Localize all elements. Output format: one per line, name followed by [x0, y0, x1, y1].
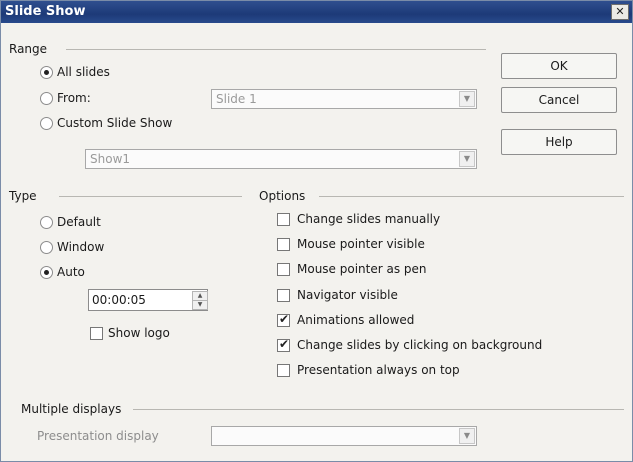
option-checkbox-animations[interactable]: ✔: [277, 312, 290, 327]
option-checkbox-pointer-visible[interactable]: [277, 238, 290, 251]
check-icon: ✔: [279, 312, 290, 326]
auto-duration-value: 00:00:05: [92, 293, 146, 307]
close-icon[interactable]: ✕: [611, 4, 629, 20]
all-slides-radio[interactable]: [40, 66, 53, 79]
window-label[interactable]: Window: [57, 240, 104, 254]
from-radio[interactable]: [40, 92, 53, 105]
help-button[interactable]: Help: [501, 129, 617, 155]
multiple-displays-title: Multiple displays: [21, 402, 128, 416]
option-checkbox-pointer-pen[interactable]: [277, 263, 290, 276]
range-group-title: Range: [9, 42, 54, 56]
option-checkbox-manual[interactable]: [277, 213, 290, 226]
options-group-title: Options: [259, 189, 312, 203]
cancel-button[interactable]: Cancel: [501, 87, 617, 113]
option-checkbox-navigator[interactable]: [277, 289, 290, 302]
presentation-display-select[interactable]: ▼: [211, 426, 477, 446]
option-checkbox-click-background[interactable]: ✔: [277, 337, 290, 352]
option-label-pointer-pen[interactable]: Mouse pointer as pen: [297, 262, 427, 276]
multiple-displays-divider: [133, 409, 624, 410]
window-radio[interactable]: [40, 241, 53, 254]
from-slide-select[interactable]: Slide 1 ▼: [211, 89, 477, 109]
custom-show-radio[interactable]: [40, 117, 53, 130]
range-divider: [66, 49, 486, 50]
display-chevron-down-icon[interactable]: ▼: [459, 428, 475, 444]
auto-label[interactable]: Auto: [57, 265, 85, 279]
option-label-navigator[interactable]: Navigator visible: [297, 288, 398, 302]
slide-show-dialog: Slide Show ✕ Range All slides From: Slid…: [0, 0, 633, 462]
auto-duration-spinner[interactable]: 00:00:05 ▲ ▼: [88, 289, 208, 311]
custom-show-select[interactable]: Show1 ▼: [85, 149, 477, 169]
spinner-buttons: ▲ ▼: [192, 291, 208, 310]
custom-show-value: Show1: [90, 152, 131, 166]
option-label-always-on-top[interactable]: Presentation always on top: [297, 363, 460, 377]
all-slides-label[interactable]: All slides: [57, 65, 110, 79]
default-label[interactable]: Default: [57, 215, 101, 229]
spin-down-icon[interactable]: ▼: [192, 300, 208, 310]
from-chevron-down-icon[interactable]: ▼: [459, 91, 475, 107]
show-logo-label[interactable]: Show logo: [108, 326, 170, 340]
presentation-display-label: Presentation display: [37, 429, 159, 443]
show-logo-checkbox[interactable]: [90, 327, 103, 340]
auto-radio[interactable]: [40, 266, 53, 279]
option-checkbox-always-on-top[interactable]: [277, 364, 290, 377]
title-bar: Slide Show ✕: [1, 1, 632, 23]
custom-chevron-down-icon[interactable]: ▼: [459, 151, 475, 167]
options-divider: [319, 196, 624, 197]
from-label[interactable]: From:: [57, 91, 91, 105]
check-icon: ✔: [279, 337, 290, 351]
custom-show-label[interactable]: Custom Slide Show: [57, 116, 172, 130]
type-group-title: Type: [9, 189, 43, 203]
default-radio[interactable]: [40, 216, 53, 229]
option-label-click-background[interactable]: Change slides by clicking on background: [297, 338, 542, 352]
from-slide-value: Slide 1: [216, 92, 257, 106]
option-label-animations[interactable]: Animations allowed: [297, 313, 414, 327]
option-label-manual[interactable]: Change slides manually: [297, 212, 440, 226]
ok-button[interactable]: OK: [501, 53, 617, 79]
dialog-title: Slide Show: [5, 4, 86, 19]
type-divider: [59, 196, 242, 197]
option-label-pointer-visible[interactable]: Mouse pointer visible: [297, 237, 425, 251]
